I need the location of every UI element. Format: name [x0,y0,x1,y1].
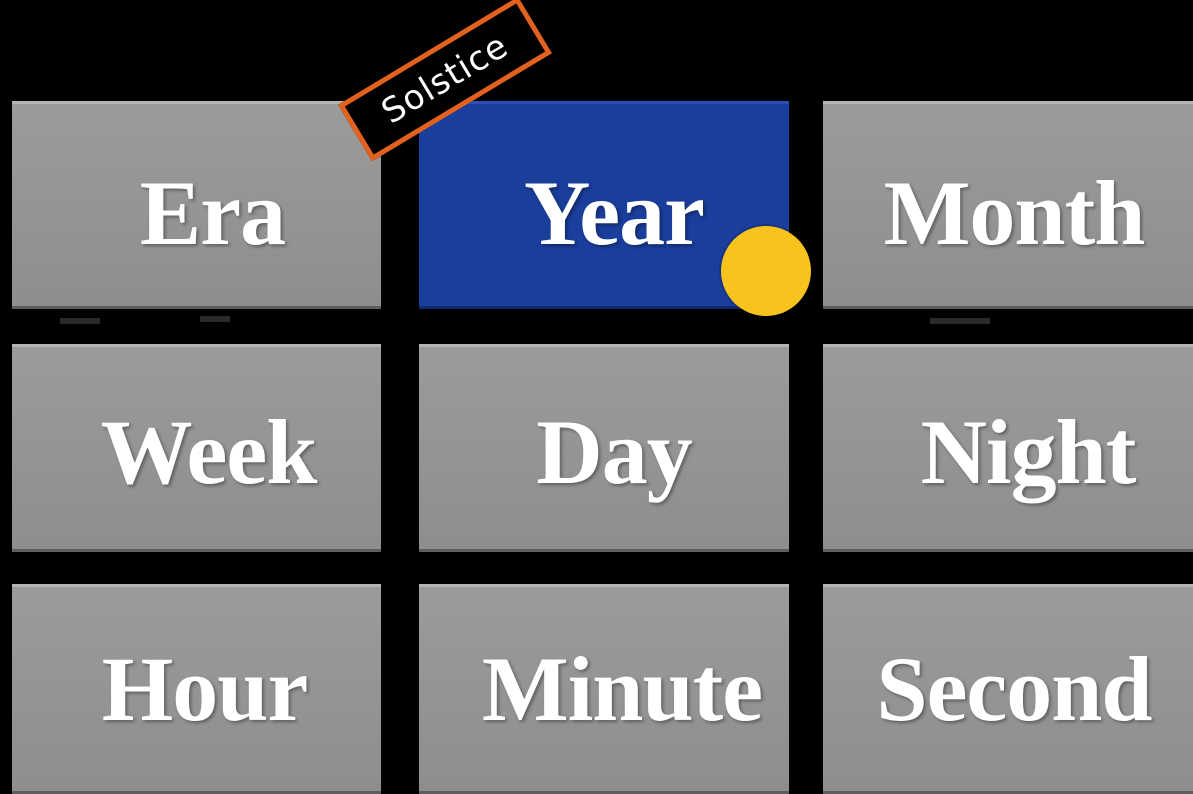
tile-second-label: Second [876,638,1152,740]
marker-dot [721,226,811,316]
tile-week-label: Week [100,401,318,503]
tile-day[interactable]: Day [419,344,789,552]
tile-week[interactable]: Week [12,344,381,552]
tile-era[interactable]: Era [12,101,381,309]
tile-era-label: Era [139,162,286,264]
tile-night-label: Night [920,401,1137,503]
tile-minute[interactable]: Minute [419,584,789,794]
tile-month-label: Month [883,162,1146,264]
background-remnant [930,318,990,324]
tile-night[interactable]: Night [823,344,1193,552]
tile-year-label: Year [524,162,705,264]
tile-second[interactable]: Second [823,584,1193,794]
tile-hour[interactable]: Hour [12,584,381,794]
tile-day-label: Day [536,401,692,503]
background-remnant [200,316,230,322]
tile-minute-label: Minute [481,638,763,740]
tile-hour-label: Hour [101,638,309,740]
background-remnant [60,318,100,324]
tile-month[interactable]: Month [823,101,1193,309]
